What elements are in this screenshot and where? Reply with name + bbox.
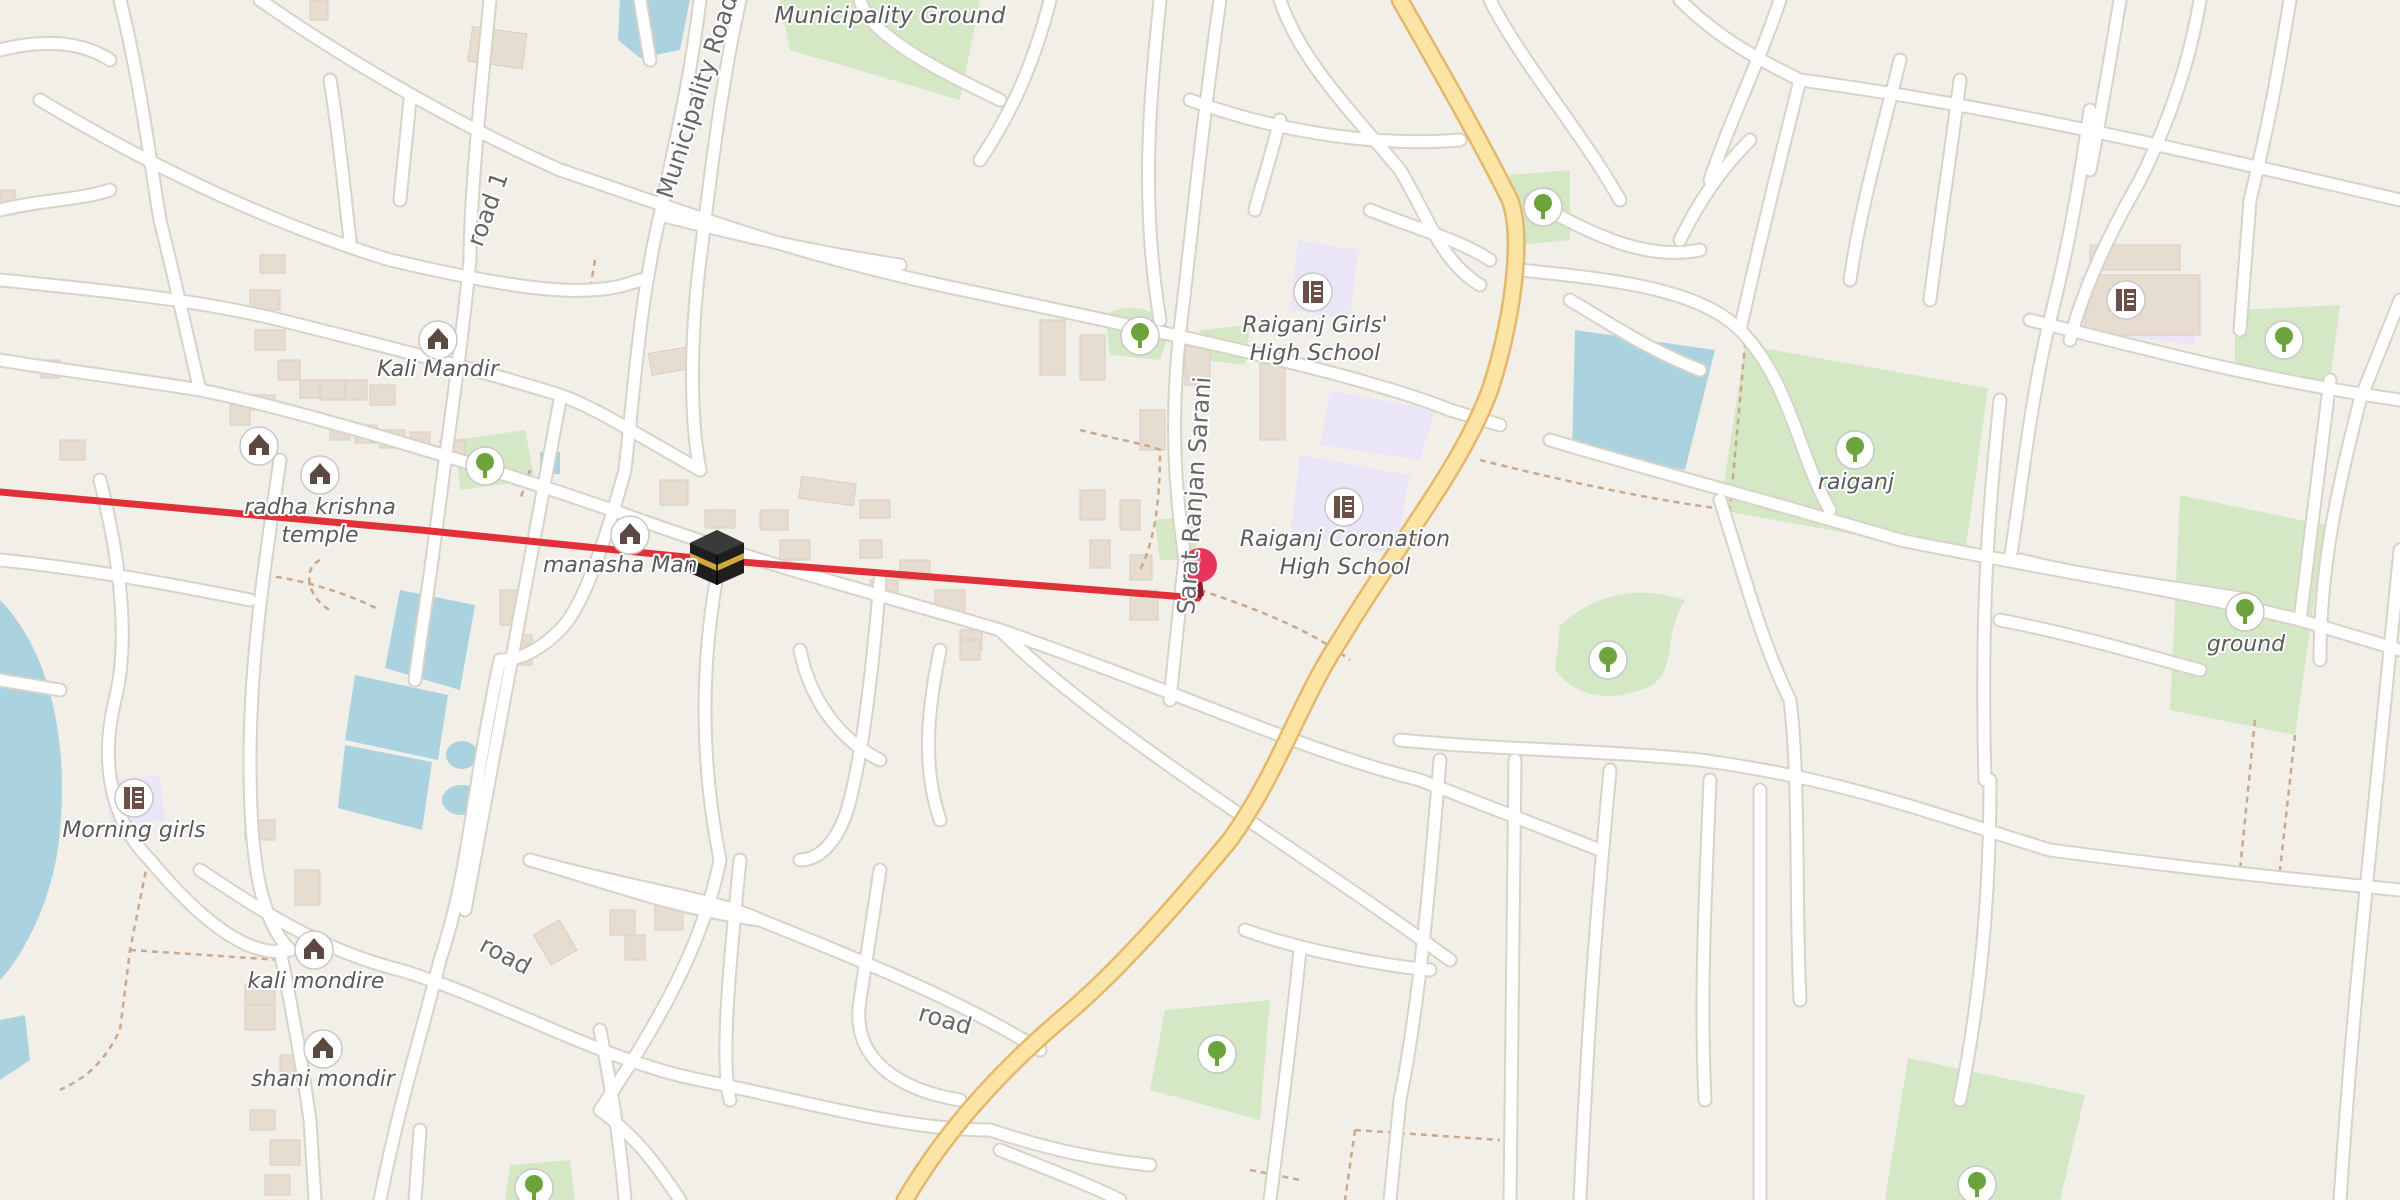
tree-icon[interactable] [465,446,505,486]
tree-icon[interactable] [2264,320,2304,360]
label-municipality-ground[interactable]: Municipality Ground [773,1,1008,31]
label-manasha[interactable]: manasha Man [541,551,700,580]
school-icon[interactable] [1293,272,1333,312]
tree-icon[interactable] [1588,640,1628,680]
label-kali-mondire[interactable]: kali mondire [246,967,387,996]
hindu-temple-icon[interactable] [303,1029,343,1069]
school-icon[interactable] [114,778,154,818]
school-icon[interactable] [1324,487,1364,527]
label-radha-krishna[interactable]: radha krishna [242,493,398,522]
school-icon[interactable] [2106,280,2146,320]
map-canvas[interactable]: Municipality Ground Municipality Road ro… [0,0,2400,1200]
label-kali-mandir[interactable]: Kali Mandir [375,355,503,384]
park-icons [465,187,2304,1200]
tree-icon[interactable] [1523,187,1563,227]
label-coronation-high-school[interactable]: High School [1278,553,1413,582]
hindu-temple-icon[interactable] [610,515,650,555]
label-raiganj[interactable]: raiganj [1816,468,1897,497]
label-ground[interactable]: ground [2205,630,2288,659]
hindu-temple-icon[interactable] [294,930,334,970]
tree-icon[interactable] [1197,1034,1237,1074]
water-areas [0,0,1715,1080]
tree-icon[interactable] [514,1168,554,1200]
tree-icon[interactable] [1957,1165,1997,1200]
label-raiganj-girls[interactable]: Raiganj Girls' [1240,311,1389,340]
label-raiganj-girls-high-school[interactable]: High School [1248,339,1383,368]
tree-icon[interactable] [1120,316,1160,356]
tree-icon[interactable] [1835,430,1875,470]
label-radha-krishna-temple[interactable]: temple [279,521,360,550]
label-road-a: road [475,931,536,981]
hindu-temple-icon[interactable] [239,426,279,466]
map-svg[interactable]: Municipality Ground Municipality Road ro… [0,0,2400,1200]
label-shani-mondir[interactable]: shani mondir [249,1065,399,1094]
label-morning-girls[interactable]: Morning girls [60,816,207,845]
hindu-temple-icon[interactable] [418,320,458,360]
hindu-temple-icon[interactable] [300,455,340,495]
tree-icon[interactable] [2225,592,2265,632]
label-raiganj-coronation[interactable]: Raiganj Coronation [1238,525,1452,554]
